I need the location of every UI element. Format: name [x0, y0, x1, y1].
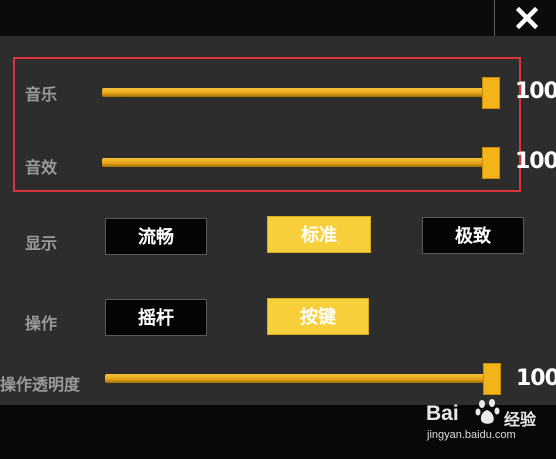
watermark-url: jingyan.baidu.com [427, 429, 516, 441]
sfx-label: 音效 [25, 158, 58, 177]
baidu-jingyan-watermark: Bai 经验 jingyan.baidu.com [420, 396, 550, 446]
opacity-slider[interactable] [105, 363, 501, 395]
sfx-volume-slider[interactable] [102, 147, 500, 179]
top-bar [0, 0, 556, 36]
display-option-smooth[interactable]: 流畅 [105, 218, 207, 255]
opacity-value: 100 [516, 366, 556, 391]
sfx-slider-thumb[interactable] [482, 147, 500, 179]
sfx-slider-fill [102, 158, 500, 167]
music-slider-thumb[interactable] [482, 77, 500, 109]
opacity-slider-fill [105, 374, 501, 383]
watermark-brand: 经验 [504, 410, 537, 429]
music-value: 100 [515, 79, 556, 104]
control-label: 操作 [25, 314, 58, 333]
sfx-value: 100 [515, 149, 556, 174]
control-option-joystick[interactable]: 摇杆 [105, 299, 207, 336]
display-label: 显示 [25, 234, 58, 253]
control-option-buttons[interactable]: 按键 [267, 298, 369, 335]
music-label: 音乐 [25, 85, 58, 104]
paw-icon [475, 399, 500, 424]
opacity-slider-thumb[interactable] [483, 363, 501, 395]
display-option-standard[interactable]: 标准 [267, 216, 371, 253]
close-x-icon [516, 7, 538, 29]
opacity-label: 操作透明度 [0, 375, 81, 394]
close-button[interactable] [494, 0, 556, 36]
display-option-ultra[interactable]: 极致 [422, 217, 524, 254]
music-slider-fill [102, 88, 500, 97]
watermark-logo-text: Bai [426, 402, 459, 425]
music-volume-slider[interactable] [102, 77, 500, 109]
